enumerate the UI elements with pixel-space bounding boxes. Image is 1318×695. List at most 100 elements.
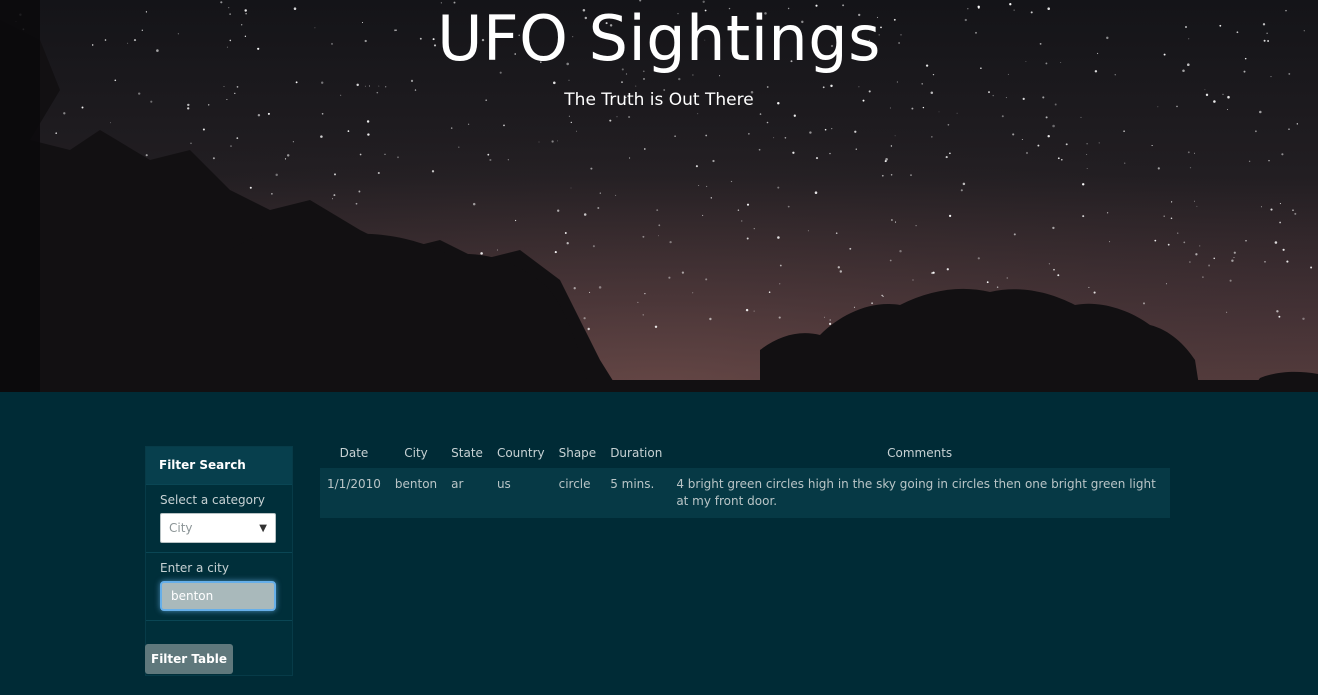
star-dot xyxy=(564,232,567,234)
star-dot xyxy=(385,86,387,88)
star-dot xyxy=(609,119,612,122)
cell-comments: 4 bright green circles high in the sky g… xyxy=(669,468,1170,518)
star-dot xyxy=(885,158,888,161)
star-dot xyxy=(236,137,239,139)
star-dot xyxy=(896,81,898,83)
star-dot xyxy=(284,158,287,160)
star-dot xyxy=(1202,276,1204,278)
star-dot xyxy=(1086,168,1088,169)
star-dot xyxy=(1189,167,1192,169)
star-dot xyxy=(1093,291,1096,294)
star-dot xyxy=(1157,167,1160,170)
star-dot xyxy=(1294,212,1297,215)
star-dot xyxy=(1171,201,1173,203)
star-dot xyxy=(568,79,570,81)
star-dot xyxy=(753,310,755,312)
star-dot xyxy=(960,189,963,192)
star-dot xyxy=(1226,311,1228,313)
star-dot xyxy=(212,157,215,160)
city-input-label: Enter a city xyxy=(160,561,229,575)
star-dot xyxy=(766,121,769,124)
star-dot xyxy=(921,83,923,85)
star-dot xyxy=(597,207,600,209)
star-dot xyxy=(881,294,883,297)
filter-table-button[interactable]: Filter Table xyxy=(145,644,233,674)
star-dot xyxy=(570,187,572,189)
star-dot xyxy=(766,86,769,88)
star-dot xyxy=(1154,239,1157,242)
star-dot xyxy=(359,153,362,156)
star-dot xyxy=(644,292,646,295)
star-dot xyxy=(1013,233,1016,236)
star-dot xyxy=(681,271,685,274)
star-dot xyxy=(292,141,294,143)
table-header-row: Date City State Country Shape Duration C… xyxy=(320,437,1170,468)
star-dot xyxy=(871,302,874,305)
star-dot xyxy=(977,257,980,260)
star-dot xyxy=(956,112,958,114)
star-dot xyxy=(709,317,712,321)
star-dot xyxy=(467,123,470,125)
filter-panel-heading: Filter Search xyxy=(146,447,292,485)
star-dot xyxy=(853,306,856,308)
star-dot xyxy=(1081,183,1085,186)
star-dot xyxy=(889,259,892,262)
star-dot xyxy=(1268,159,1270,162)
star-dot xyxy=(1279,203,1281,205)
star-dot xyxy=(809,131,812,134)
star-dot xyxy=(787,205,790,208)
star-dot xyxy=(1255,130,1257,133)
column-header-comments: Comments xyxy=(887,445,953,460)
star-dot xyxy=(1195,253,1198,256)
star-dot xyxy=(1208,264,1211,267)
star-dot xyxy=(589,291,591,293)
star-dot xyxy=(570,121,572,124)
star-dot xyxy=(894,135,896,137)
star-dot xyxy=(656,209,659,212)
star-dot xyxy=(778,316,781,319)
star-dot xyxy=(938,111,940,113)
star-dot xyxy=(858,86,860,88)
category-select[interactable]: City ▼ xyxy=(160,513,276,543)
city-input[interactable]: benton xyxy=(160,581,276,611)
star-dot xyxy=(777,236,780,239)
star-dot xyxy=(410,79,414,82)
star-dot xyxy=(334,173,336,176)
star-dot xyxy=(190,142,192,145)
sightings-table: Date City State Country Shape Duration C… xyxy=(320,437,1170,518)
star-dot xyxy=(554,251,557,254)
page-title: UFO Sightings xyxy=(437,2,881,75)
star-dot xyxy=(1037,144,1040,147)
star-dot xyxy=(829,152,831,155)
star-dot xyxy=(1057,274,1060,277)
star-dot xyxy=(737,209,740,211)
star-dot xyxy=(692,292,694,294)
star-dot xyxy=(730,180,733,183)
star-dot xyxy=(996,286,999,288)
star-dot xyxy=(779,283,781,285)
star-dot xyxy=(705,278,708,281)
star-dot xyxy=(1270,76,1272,78)
star-dot xyxy=(583,213,587,216)
star-dot xyxy=(793,114,796,117)
star-dot xyxy=(947,123,950,126)
star-dot xyxy=(592,245,595,248)
star-dot xyxy=(1053,268,1055,271)
star-dot xyxy=(828,322,832,326)
star-dot xyxy=(487,153,490,156)
star-dot xyxy=(321,81,324,84)
star-dot xyxy=(1151,144,1153,147)
star-dot xyxy=(697,113,699,115)
cell-country: us xyxy=(489,468,552,518)
star-dot xyxy=(1213,257,1215,260)
star-dot xyxy=(702,214,704,216)
star-dot xyxy=(378,85,380,87)
star-dot xyxy=(1177,232,1179,234)
star-dot xyxy=(1006,277,1008,279)
star-dot xyxy=(835,232,838,234)
star-dot xyxy=(779,264,782,267)
star-dot xyxy=(1194,200,1195,202)
star-dot xyxy=(275,173,278,177)
star-dot xyxy=(384,153,386,155)
star-dot xyxy=(849,247,852,250)
